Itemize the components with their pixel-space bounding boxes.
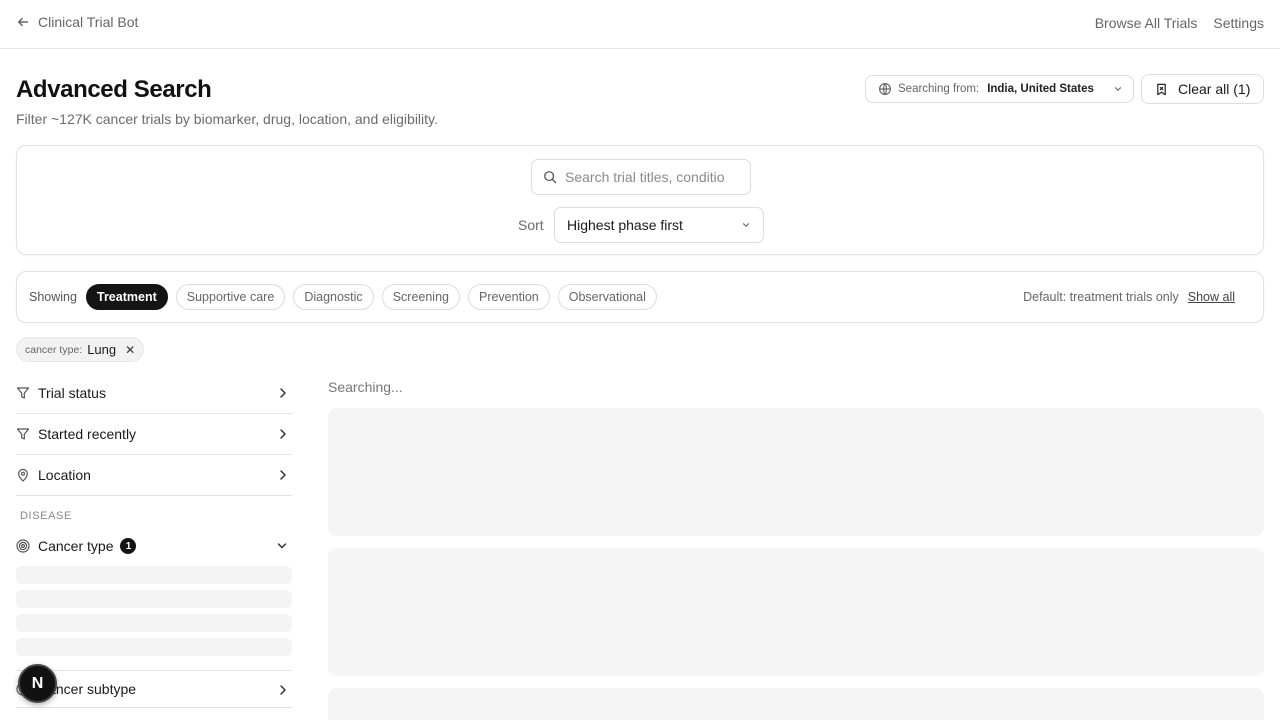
loading-skeleton bbox=[16, 638, 292, 656]
searching-from-value: India, United States bbox=[987, 83, 1094, 95]
show-all-link[interactable]: Show all bbox=[1188, 290, 1235, 304]
filter-sidebar: Trial status Started recently Location bbox=[16, 373, 292, 496]
clear-all-label: Clear all (1) bbox=[1178, 81, 1251, 97]
active-filter-tag: cancer type: Lung ✕ bbox=[16, 337, 145, 362]
chip-screening[interactable]: Screening bbox=[381, 284, 460, 310]
filter-group-cancer-subtype[interactable]: Cancer subtype bbox=[16, 670, 292, 708]
purpose-filter-bar: Showing Treatment Supportive care Diagno… bbox=[16, 271, 1264, 323]
purpose-chips: Treatment Supportive care Diagnostic Scr… bbox=[86, 284, 657, 310]
searching-from-selector[interactable]: Searching from: India, United States bbox=[865, 75, 1134, 103]
filter-group-label: Cancer type bbox=[38, 538, 114, 554]
chevron-down-icon bbox=[1114, 87, 1122, 91]
loading-skeleton bbox=[16, 566, 292, 584]
settings-link[interactable]: Settings bbox=[1213, 15, 1264, 31]
clear-all-button[interactable]: Clear all (1) bbox=[1141, 74, 1264, 104]
search-icon bbox=[544, 171, 557, 184]
filter-group-label: Started recently bbox=[38, 426, 137, 442]
bookmark-x-icon bbox=[1157, 83, 1166, 95]
count-badge: 1 bbox=[120, 538, 137, 554]
filter-group-trial-status[interactable]: Trial status bbox=[16, 373, 292, 414]
sort-selected-value: Highest phase first bbox=[567, 217, 683, 233]
default-note-text: Default: treatment trials only bbox=[1023, 290, 1179, 304]
floating-assistant-button[interactable]: N bbox=[18, 664, 57, 703]
searching-from-label: Searching from: bbox=[898, 83, 980, 95]
search-input[interactable] bbox=[565, 169, 725, 185]
result-card-skeleton bbox=[328, 548, 1264, 676]
active-filter-key: cancer type: bbox=[25, 343, 83, 356]
page-subtitle: Filter ~127K cancer trials by biomarker,… bbox=[16, 111, 438, 127]
chip-prevention[interactable]: Prevention bbox=[467, 284, 550, 310]
target-icon bbox=[16, 539, 30, 553]
filter-group-cancer-type[interactable]: Cancer type 1 bbox=[16, 535, 292, 557]
back-link-label: Clinical Trial Bot bbox=[38, 14, 139, 30]
loading-skeleton bbox=[16, 614, 292, 632]
search-panel: Sort Highest phase first bbox=[16, 145, 1264, 255]
filter-group-started-recently[interactable]: Started recently bbox=[16, 414, 292, 455]
result-card-skeleton bbox=[328, 408, 1264, 536]
filter-group-location[interactable]: Location bbox=[16, 455, 292, 496]
chip-treatment[interactable]: Treatment bbox=[86, 284, 168, 310]
chip-supportive-care[interactable]: Supportive care bbox=[175, 284, 286, 310]
top-nav: Browse All Trials Settings bbox=[1095, 15, 1264, 31]
showing-label: Showing bbox=[29, 290, 77, 304]
page-title: Advanced Search bbox=[16, 76, 212, 103]
remove-filter-icon[interactable]: ✕ bbox=[125, 343, 135, 357]
sort-label: Sort bbox=[518, 217, 544, 233]
filter-group-label: Location bbox=[38, 467, 91, 483]
sort-select[interactable]: Highest phase first bbox=[554, 207, 764, 243]
search-field[interactable] bbox=[531, 159, 751, 195]
back-link[interactable]: Clinical Trial Bot bbox=[16, 14, 138, 30]
results-status: Searching... bbox=[328, 379, 403, 395]
chevron-right-icon bbox=[280, 470, 286, 480]
default-note: Default: treatment trials only Show all bbox=[1023, 290, 1235, 304]
active-filter-value: Lung bbox=[87, 342, 117, 357]
globe-icon bbox=[879, 83, 891, 95]
chevron-down-icon bbox=[277, 543, 287, 549]
chevron-right-icon bbox=[280, 429, 286, 439]
filter-icon bbox=[16, 428, 30, 440]
arrow-left-icon bbox=[17, 17, 29, 27]
chevron-right-icon bbox=[280, 388, 286, 398]
map-pin-icon bbox=[18, 468, 28, 482]
section-label-disease: DISEASE bbox=[20, 510, 72, 522]
filter-icon bbox=[16, 387, 30, 399]
top-bar: Clinical Trial Bot Browse All Trials Set… bbox=[0, 0, 1280, 49]
chevron-right-icon bbox=[280, 685, 286, 695]
result-card-skeleton bbox=[328, 688, 1264, 720]
filter-group-label: Trial status bbox=[38, 385, 106, 401]
browse-all-trials-link[interactable]: Browse All Trials bbox=[1095, 15, 1198, 31]
chip-diagnostic[interactable]: Diagnostic bbox=[293, 284, 374, 310]
loading-skeleton bbox=[16, 590, 292, 608]
chevron-down-icon bbox=[742, 223, 750, 227]
chip-observational[interactable]: Observational bbox=[557, 284, 657, 310]
